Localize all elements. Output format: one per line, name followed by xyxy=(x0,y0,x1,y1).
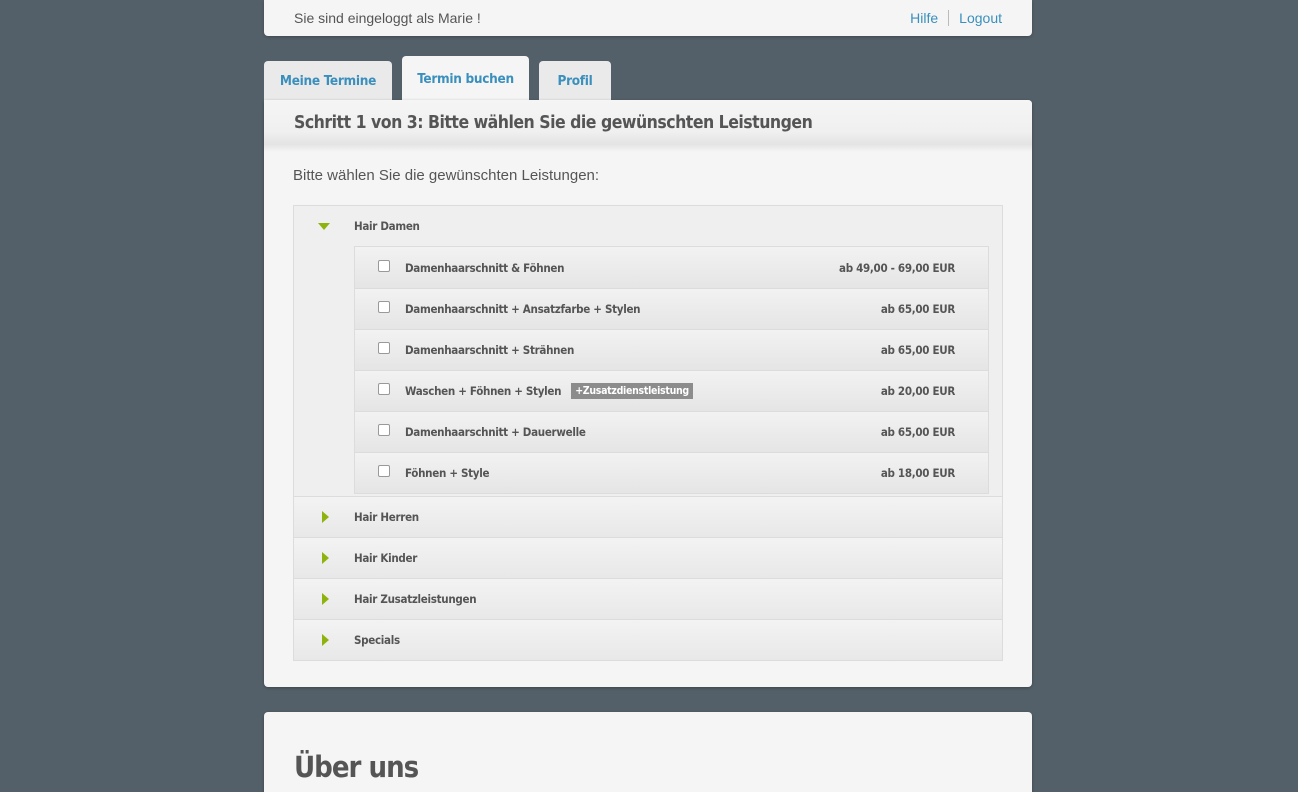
category-specials[interactable]: Specials xyxy=(294,619,1002,660)
tab-termin-buchen[interactable]: Termin buchen xyxy=(402,56,529,101)
service-row: Föhnen + Style ab 18,00 EUR xyxy=(355,452,988,493)
category-label: Hair Herren xyxy=(354,510,419,524)
service-accordion: Hair Damen Damenhaarschnitt & Föhnen ab … xyxy=(293,205,1003,661)
service-checkbox[interactable] xyxy=(378,465,390,477)
service-price: ab 49,00 - 69,00 EUR xyxy=(839,260,955,275)
service-price: ab 20,00 EUR xyxy=(880,384,955,398)
service-checkbox[interactable] xyxy=(378,259,390,272)
service-name: Damenhaarschnitt + Dauerwelle xyxy=(405,425,586,439)
service-list: Damenhaarschnitt & Föhnen ab 49,00 - 69,… xyxy=(354,246,989,494)
service-name: Damenhaarschnitt + Ansatzfarbe + Stylen xyxy=(405,302,641,316)
category-hair-herren[interactable]: Hair Herren xyxy=(294,496,1002,537)
category-hair-kinder[interactable]: Hair Kinder xyxy=(294,537,1002,578)
service-checkbox[interactable] xyxy=(378,424,390,436)
service-row: Damenhaarschnitt & Föhnen ab 49,00 - 69,… xyxy=(355,247,988,288)
category-label: Hair Zusatzleistungen xyxy=(354,592,477,606)
step-title: Schritt 1 von 3: Bitte wählen Sie die ge… xyxy=(294,113,813,133)
service-checkbox[interactable] xyxy=(378,383,390,395)
service-name: Damenhaarschnitt & Föhnen xyxy=(405,260,565,275)
category-label: Hair Kinder xyxy=(354,551,418,565)
category-hair-zusatzleistungen[interactable]: Hair Zusatzleistungen xyxy=(294,578,1002,619)
service-price: ab 65,00 EUR xyxy=(880,425,955,439)
logout-link[interactable]: Logout xyxy=(959,10,1002,26)
service-row: Damenhaarschnitt + Strähnen ab 65,00 EUR xyxy=(355,329,988,370)
header-links: Hilfe Logout xyxy=(910,10,1002,26)
service-price: ab 18,00 EUR xyxy=(880,466,955,480)
category-hair-damen[interactable]: Hair Damen xyxy=(294,206,1002,246)
service-price: ab 65,00 EUR xyxy=(880,343,955,357)
tab-meine-termine[interactable]: Meine Termine xyxy=(264,61,392,101)
service-checkbox[interactable] xyxy=(378,342,390,354)
top-bar: Sie sind eingeloggt als Marie ! Hilfe Lo… xyxy=(264,0,1032,36)
triangle-right-icon xyxy=(294,634,354,646)
triangle-right-icon xyxy=(294,593,354,605)
service-name: Damenhaarschnitt + Strähnen xyxy=(405,343,575,357)
step-header: Schritt 1 von 3: Bitte wählen Sie die ge… xyxy=(264,100,1032,152)
intro-text: Bitte wählen Sie die gewünschten Leistun… xyxy=(293,167,600,184)
service-checkbox[interactable] xyxy=(378,301,390,313)
triangle-right-icon xyxy=(294,511,354,523)
triangle-down-icon xyxy=(294,222,354,230)
service-row: Damenhaarschnitt + Dauerwelle ab 65,00 E… xyxy=(355,411,988,452)
triangle-right-icon xyxy=(294,552,354,564)
help-link[interactable]: Hilfe xyxy=(910,10,938,26)
extra-service-badge: +Zusatzdienstleistung xyxy=(571,383,693,399)
booking-panel: Schritt 1 von 3: Bitte wählen Sie die ge… xyxy=(264,100,1032,687)
service-price: ab 65,00 EUR xyxy=(880,302,955,316)
category-label: Hair Damen xyxy=(354,219,420,233)
service-row: Damenhaarschnitt + Ansatzfarbe + Stylen … xyxy=(355,288,988,329)
login-greeting: Sie sind eingeloggt als Marie ! xyxy=(294,10,481,26)
service-name: Waschen + Föhnen + Stylen xyxy=(405,384,562,398)
link-divider xyxy=(948,10,950,26)
tab-profil[interactable]: Profil xyxy=(539,61,611,101)
category-label: Specials xyxy=(354,633,400,647)
service-row: Waschen + Föhnen + Stylen +Zusatzdienstl… xyxy=(355,370,988,411)
about-section: Über uns xyxy=(264,712,1032,792)
service-name: Föhnen + Style xyxy=(405,466,490,480)
about-title: Über uns xyxy=(294,750,419,784)
